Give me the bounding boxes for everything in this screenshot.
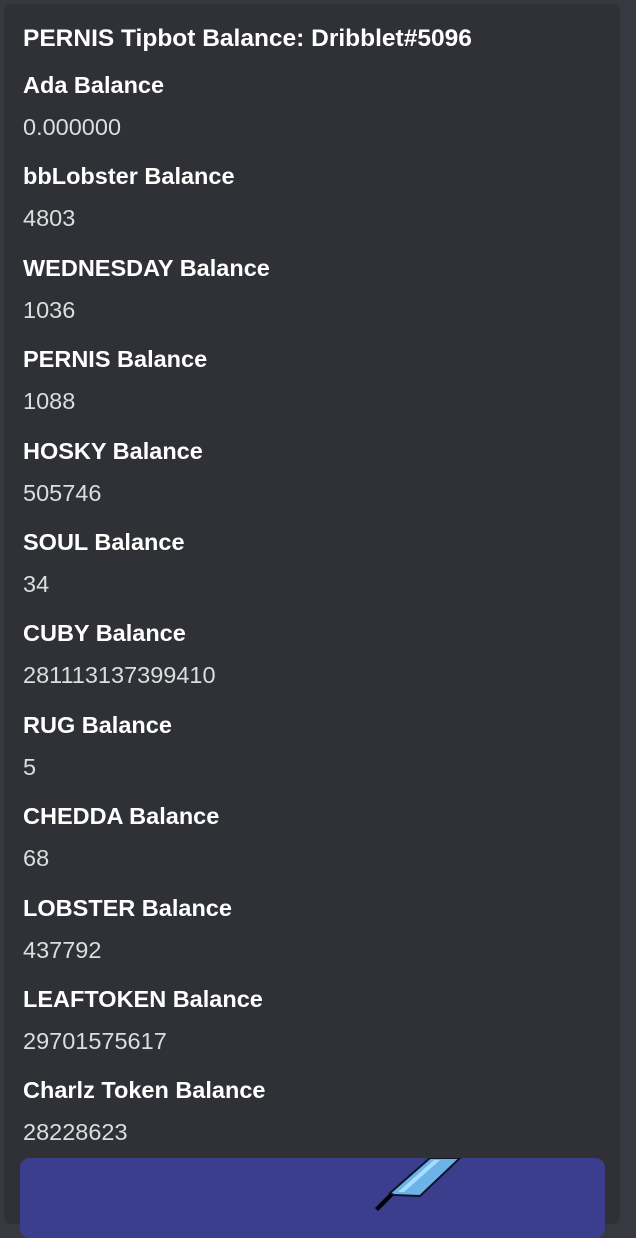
field-name: CUBY Balance <box>23 620 186 647</box>
field-hosky: HOSKY Balance 505746 <box>23 436 620 527</box>
field-bblobster: bbLobster Balance 4803 <box>23 161 620 252</box>
embed-image[interactable] <box>20 1158 605 1238</box>
field-pernis: PERNIS Balance 1088 <box>23 344 620 435</box>
field-value: 1088 <box>23 388 76 415</box>
field-name: LEAFTOKEN Balance <box>23 985 263 1012</box>
field-name: CHEDDA Balance <box>23 803 220 830</box>
field-soul: SOUL Balance 34 <box>23 527 620 618</box>
field-name: SOUL Balance <box>23 528 185 555</box>
field-name: HOSKY Balance <box>23 437 203 464</box>
field-value: 28111313739​9410 <box>23 662 216 689</box>
field-lobster: LOBSTER Balance 437792 <box>23 893 620 984</box>
field-wednesday: WEDNESDAY Balance 1036 <box>23 253 620 344</box>
field-value: 437792 <box>23 936 102 963</box>
field-value: 505746 <box>23 479 102 506</box>
field-value: 5 <box>23 753 37 780</box>
field-ada: Ada Balance 0.000000 <box>23 70 620 161</box>
field-name: PERNIS Balance <box>23 346 208 373</box>
field-value: 34 <box>23 570 50 597</box>
tipbot-balance-embed: PERNIS Tipbot Balance: Dribblet#5096 Ada… <box>4 4 620 1224</box>
image-backdrop <box>20 1158 605 1238</box>
field-name: LOBSTER Balance <box>23 894 232 921</box>
field-chedda: CHEDDA Balance 68 <box>23 801 620 892</box>
image-artwork <box>20 1158 605 1238</box>
field-rug: RUG Balance 5 <box>23 710 620 801</box>
field-name: bbLobster Balance <box>23 163 235 190</box>
field-cuby: CUBY Balance 28111313739​9410 <box>23 618 620 709</box>
field-charlz-token: Charlz Token Balance 28228623 <box>23 1075 620 1166</box>
field-name: Charlz Token Balance <box>23 1077 266 1104</box>
embed-title: PERNIS Tipbot Balance: Dribblet#5096 <box>23 25 472 52</box>
field-name: WEDNESDAY Balance <box>23 254 270 281</box>
field-value: 4803 <box>23 205 76 232</box>
field-value: 1036 <box>23 296 76 323</box>
field-name: RUG Balance <box>23 711 172 738</box>
field-name: Ada Balance <box>23 72 165 98</box>
field-value: 0.000000 <box>23 114 122 140</box>
field-value: 29701575617 <box>23 1027 167 1054</box>
field-value: 28228623 <box>23 1119 128 1146</box>
field-leaftoken: LEAFTOKEN Balance 29701575617 <box>23 984 620 1075</box>
field-value: 68 <box>23 845 50 872</box>
